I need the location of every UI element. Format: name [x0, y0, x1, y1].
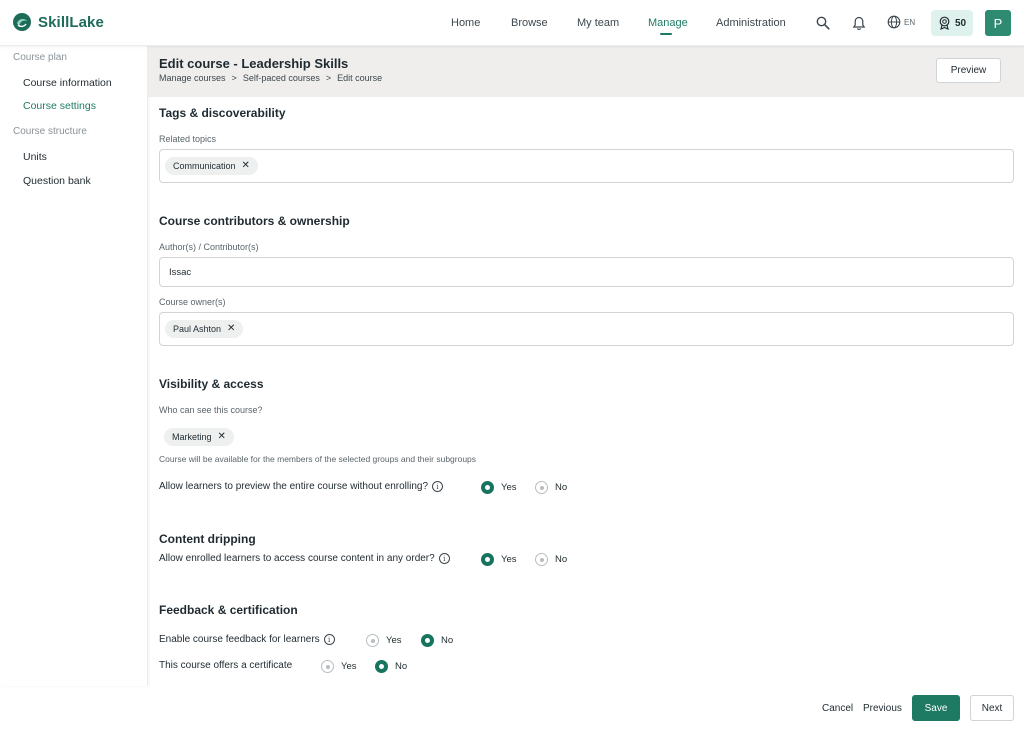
breadcrumb-self-paced-courses[interactable]: Self-paced courses — [243, 73, 320, 83]
preview-no-radio[interactable]: No — [535, 481, 567, 494]
dripping-no-radio[interactable]: No — [535, 553, 567, 566]
section-title-tags: Tags & discoverability — [159, 106, 286, 120]
certificate-question: This course offers a certificate — [159, 660, 292, 671]
app-logo[interactable]: SkillLake — [12, 12, 104, 32]
nav-browse[interactable]: Browse — [511, 17, 548, 29]
section-title-contributors: Course contributors & ownership — [159, 214, 350, 228]
who-can-see-label: Who can see this course? — [159, 405, 263, 415]
owner-chip-label: Paul Ashton — [173, 324, 222, 334]
breadcrumb: Manage courses > Self-paced courses > Ed… — [159, 73, 382, 83]
certificate-yes-radio[interactable]: Yes — [321, 660, 357, 673]
owners-field[interactable]: Paul Ashton ✕ — [159, 312, 1014, 346]
related-topics-field[interactable]: Communication ✕ — [159, 149, 1014, 183]
sidebar-item-course-information[interactable]: Course information — [23, 77, 112, 89]
radio-unselected-icon — [535, 481, 548, 494]
radio-selected-icon — [481, 481, 494, 494]
related-topics-label: Related topics — [159, 134, 217, 144]
feedback-no-radio[interactable]: No — [421, 634, 453, 647]
radio-selected-icon — [375, 660, 388, 673]
certificate-no-radio[interactable]: No — [375, 660, 407, 673]
feedback-yes-label: Yes — [386, 635, 402, 646]
certificate-yes-label: Yes — [341, 661, 357, 672]
cancel-button[interactable]: Cancel — [822, 703, 853, 714]
section-title-visibility: Visibility & access — [159, 377, 264, 391]
sidebar-item-units[interactable]: Units — [23, 151, 47, 163]
certificate-question-text: This course offers a certificate — [159, 660, 293, 671]
radio-selected-icon — [481, 553, 494, 566]
dripping-question-text: Allow enrolled learners to access course… — [159, 553, 435, 564]
radio-selected-icon — [421, 634, 434, 647]
sidebar-item-question-bank[interactable]: Question bank — [23, 175, 91, 187]
feedback-question-text: Enable course feedback for learners — [159, 634, 320, 645]
authors-field[interactable]: Issac — [159, 257, 1014, 287]
radio-unselected-icon — [321, 660, 334, 673]
feedback-no-label: No — [441, 635, 454, 646]
topic-chip-label: Communication — [173, 161, 236, 171]
info-icon[interactable]: i — [438, 553, 450, 564]
skilllake-logo-icon — [13, 13, 31, 31]
preview-question-text: Allow learners to preview the entire cou… — [159, 481, 429, 492]
close-icon[interactable]: ✕ — [242, 161, 250, 171]
sidebar-group-course-plan: Course plan — [13, 52, 67, 63]
breadcrumb-separator: > — [231, 73, 237, 83]
save-button[interactable]: Save — [912, 695, 960, 721]
owners-label: Course owner(s) — [159, 297, 226, 307]
breadcrumb-manage-courses[interactable]: Manage courses — [159, 73, 226, 83]
active-nav-indicator — [660, 33, 672, 35]
preview-button[interactable]: Preview — [936, 58, 1001, 83]
radio-unselected-icon — [535, 553, 548, 566]
page-title: Edit course - Leadership Skills — [159, 56, 349, 71]
dripping-question: Allow enrolled learners to access course… — [159, 553, 450, 564]
close-icon[interactable]: ✕ — [218, 432, 226, 442]
app-name: SkillLake — [38, 13, 104, 31]
points-badge[interactable]: 50 — [931, 10, 973, 36]
globe-icon — [887, 15, 901, 29]
section-title-feedback: Feedback & certification — [159, 603, 298, 617]
radio-unselected-icon — [366, 634, 379, 647]
user-avatar[interactable]: P — [985, 10, 1011, 36]
language-selector[interactable]: EN — [887, 15, 915, 29]
group-chip: Marketing ✕ — [164, 428, 234, 446]
top-navigation-bar: SkillLake Home Browse My team Manage Adm… — [0, 0, 1024, 46]
nav-administration[interactable]: Administration — [716, 17, 786, 29]
language-code: EN — [904, 17, 916, 27]
nav-manage[interactable]: Manage — [648, 17, 688, 29]
points-value: 50 — [954, 17, 967, 29]
bell-icon[interactable] — [850, 14, 868, 32]
info-icon[interactable]: i — [432, 481, 444, 492]
dripping-yes-radio[interactable]: Yes — [481, 553, 517, 566]
preview-yes-radio[interactable]: Yes — [481, 481, 517, 494]
search-icon[interactable] — [814, 14, 832, 32]
owner-chip: Paul Ashton ✕ — [165, 320, 244, 338]
visibility-helper-text: Course will be available for the members… — [159, 454, 477, 464]
next-button[interactable]: Next — [970, 695, 1014, 721]
nav-my-team[interactable]: My team — [577, 17, 619, 29]
close-icon[interactable]: ✕ — [227, 324, 235, 334]
feedback-question: Enable course feedback for learners i — [159, 634, 335, 645]
preview-no-label: No — [555, 482, 568, 493]
nav-home[interactable]: Home — [451, 17, 480, 29]
breadcrumb-separator: > — [325, 73, 332, 83]
breadcrumb-edit-course: Edit course — [337, 73, 383, 83]
certificate-no-label: No — [395, 661, 408, 672]
group-chip-label: Marketing — [172, 432, 212, 442]
dripping-no-label: No — [555, 554, 568, 565]
badge-icon — [939, 16, 950, 30]
page-header: Edit course - Leadership Skills Manage c… — [148, 46, 1024, 97]
sidebar-item-course-settings[interactable]: Course settings — [23, 100, 96, 112]
sidebar-group-course-structure: Course structure — [13, 126, 87, 137]
topic-chip: Communication ✕ — [165, 157, 258, 175]
dripping-yes-label: Yes — [501, 554, 517, 565]
authors-value: Issac — [169, 267, 192, 278]
preview-question: Allow learners to preview the entire cou… — [159, 481, 444, 492]
previous-button[interactable]: Previous — [863, 703, 902, 714]
info-icon[interactable]: i — [323, 634, 335, 645]
authors-label: Author(s) / Contributor(s) — [159, 242, 259, 252]
course-sidebar: Course plan Course information Course se… — [0, 46, 148, 686]
preview-yes-label: Yes — [501, 482, 517, 493]
feedback-yes-radio[interactable]: Yes — [366, 634, 402, 647]
section-title-dripping: Content dripping — [159, 532, 256, 546]
